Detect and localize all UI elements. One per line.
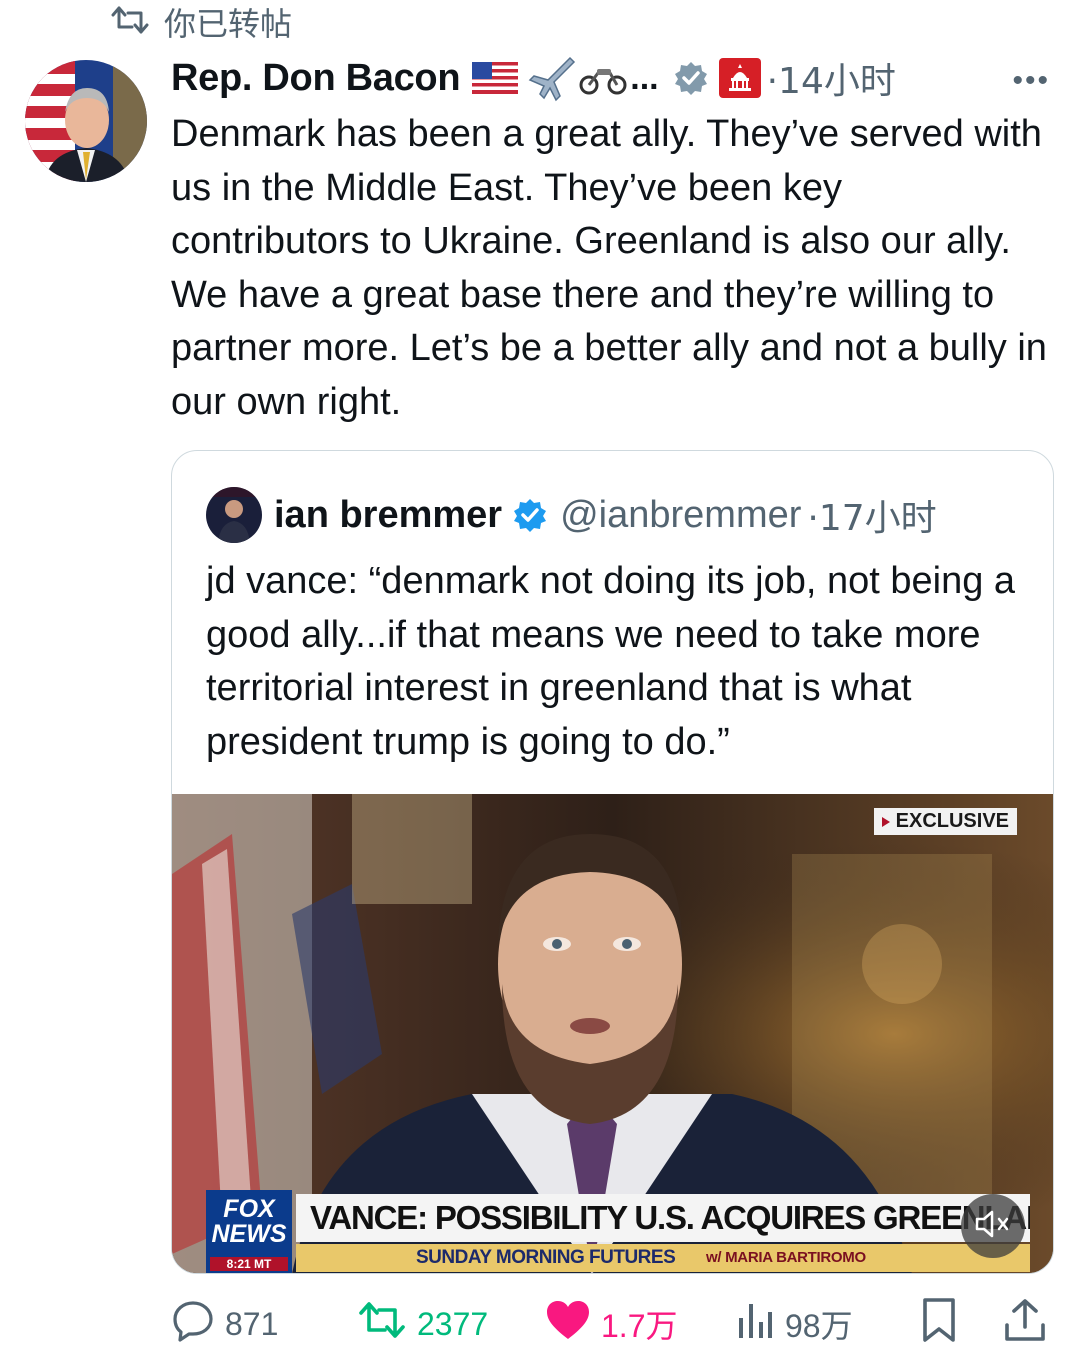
quoted-text: jd vance: “denmark not doing its job, no… xyxy=(206,560,1016,763)
mute-button[interactable] xyxy=(961,1194,1025,1258)
more-options-icon[interactable]: ••• xyxy=(1012,64,1050,98)
us-flag-icon xyxy=(472,62,519,94)
views-button[interactable]: 98万 xyxy=(735,1296,853,1352)
reply-count: 871 xyxy=(225,1305,279,1342)
gop-capitol-badge-icon xyxy=(718,58,761,98)
exclusive-arrow-icon xyxy=(881,816,890,827)
share-icon xyxy=(1003,1297,1047,1351)
bookmark-button[interactable] xyxy=(919,1296,959,1352)
broadcast-clock: 8:21 MT xyxy=(210,1257,288,1271)
motorcycle-icon xyxy=(578,61,628,95)
tweet-text: Denmark has been a great ally. They’ve s… xyxy=(171,113,1047,423)
reply-icon xyxy=(171,1298,215,1350)
gray-verified-badge-icon xyxy=(673,60,709,96)
bookmark-icon xyxy=(919,1297,959,1351)
views-count: 98万 xyxy=(785,1308,853,1344)
speaker-muted-icon xyxy=(974,1208,1012,1245)
show-name: SUNDAY MORNING FUTURES xyxy=(416,1247,676,1268)
news-headline: VANCE: POSSIBILITY U.S. ACQUIRES GREENLA… xyxy=(296,1194,1030,1242)
author-avatar[interactable] xyxy=(25,60,147,182)
quoted-header: ian bremmer @ianbremmer ·17小时 xyxy=(206,487,937,543)
news-lower-third: FOX NEWS 8:21 MT VANCE: POSSIBILITY U.S.… xyxy=(206,1190,1030,1273)
repost-action-icon xyxy=(357,1300,407,1348)
repost-count: 2377 xyxy=(417,1305,489,1342)
tweet-header: Rep. Don Bacon ... ·14小时 xyxy=(171,52,1060,104)
views-bars-icon xyxy=(735,1300,775,1348)
logo-line-1: FOX xyxy=(223,1195,275,1223)
show-host: w/ MARIA BARTIROMO xyxy=(706,1249,866,1266)
tweet-time[interactable]: ·14小时 xyxy=(767,52,896,104)
share-button[interactable] xyxy=(1003,1296,1047,1352)
name-ellipsis: ... xyxy=(630,58,659,97)
repost-icon xyxy=(110,5,150,40)
exclusive-tag: EXCLUSIVE xyxy=(873,808,1017,835)
blue-verified-badge-icon xyxy=(512,497,548,533)
logo-line-2: NEWS xyxy=(211,1220,287,1248)
quoted-tweet[interactable]: ian bremmer @ianbremmer ·17小时 jd vance: … xyxy=(171,450,1054,1274)
quoted-time[interactable]: ·17小时 xyxy=(807,489,936,541)
quoted-author-avatar[interactable] xyxy=(206,487,262,543)
author-name[interactable]: Rep. Don Bacon xyxy=(171,57,461,100)
repost-banner: 你已转帖 xyxy=(110,2,293,43)
like-button[interactable]: 1.7万 xyxy=(545,1296,678,1352)
repost-label: 你已转帖 xyxy=(164,5,293,43)
exclusive-label: EXCLUSIVE xyxy=(895,810,1009,832)
quoted-author-name[interactable]: ian bremmer xyxy=(274,494,502,537)
quoted-handle[interactable]: @ianbremmer xyxy=(560,494,801,537)
repost-button[interactable]: 2377 xyxy=(357,1296,488,1352)
airplane-icon xyxy=(526,54,576,102)
show-bar: SUNDAY MORNING FUTURES w/ MARIA BARTIROM… xyxy=(296,1244,1030,1272)
action-bar: 871 2377 1.7万 98万 xyxy=(171,1296,1051,1352)
fox-news-logo: FOX NEWS 8:21 MT xyxy=(206,1190,292,1273)
reply-button[interactable]: 871 xyxy=(171,1296,278,1352)
heart-filled-icon xyxy=(545,1299,591,1349)
video-player[interactable]: EXCLUSIVE FOX NEWS 8:21 MT VANCE: POSSIB… xyxy=(172,794,1053,1273)
like-count: 1.7万 xyxy=(601,1308,678,1344)
